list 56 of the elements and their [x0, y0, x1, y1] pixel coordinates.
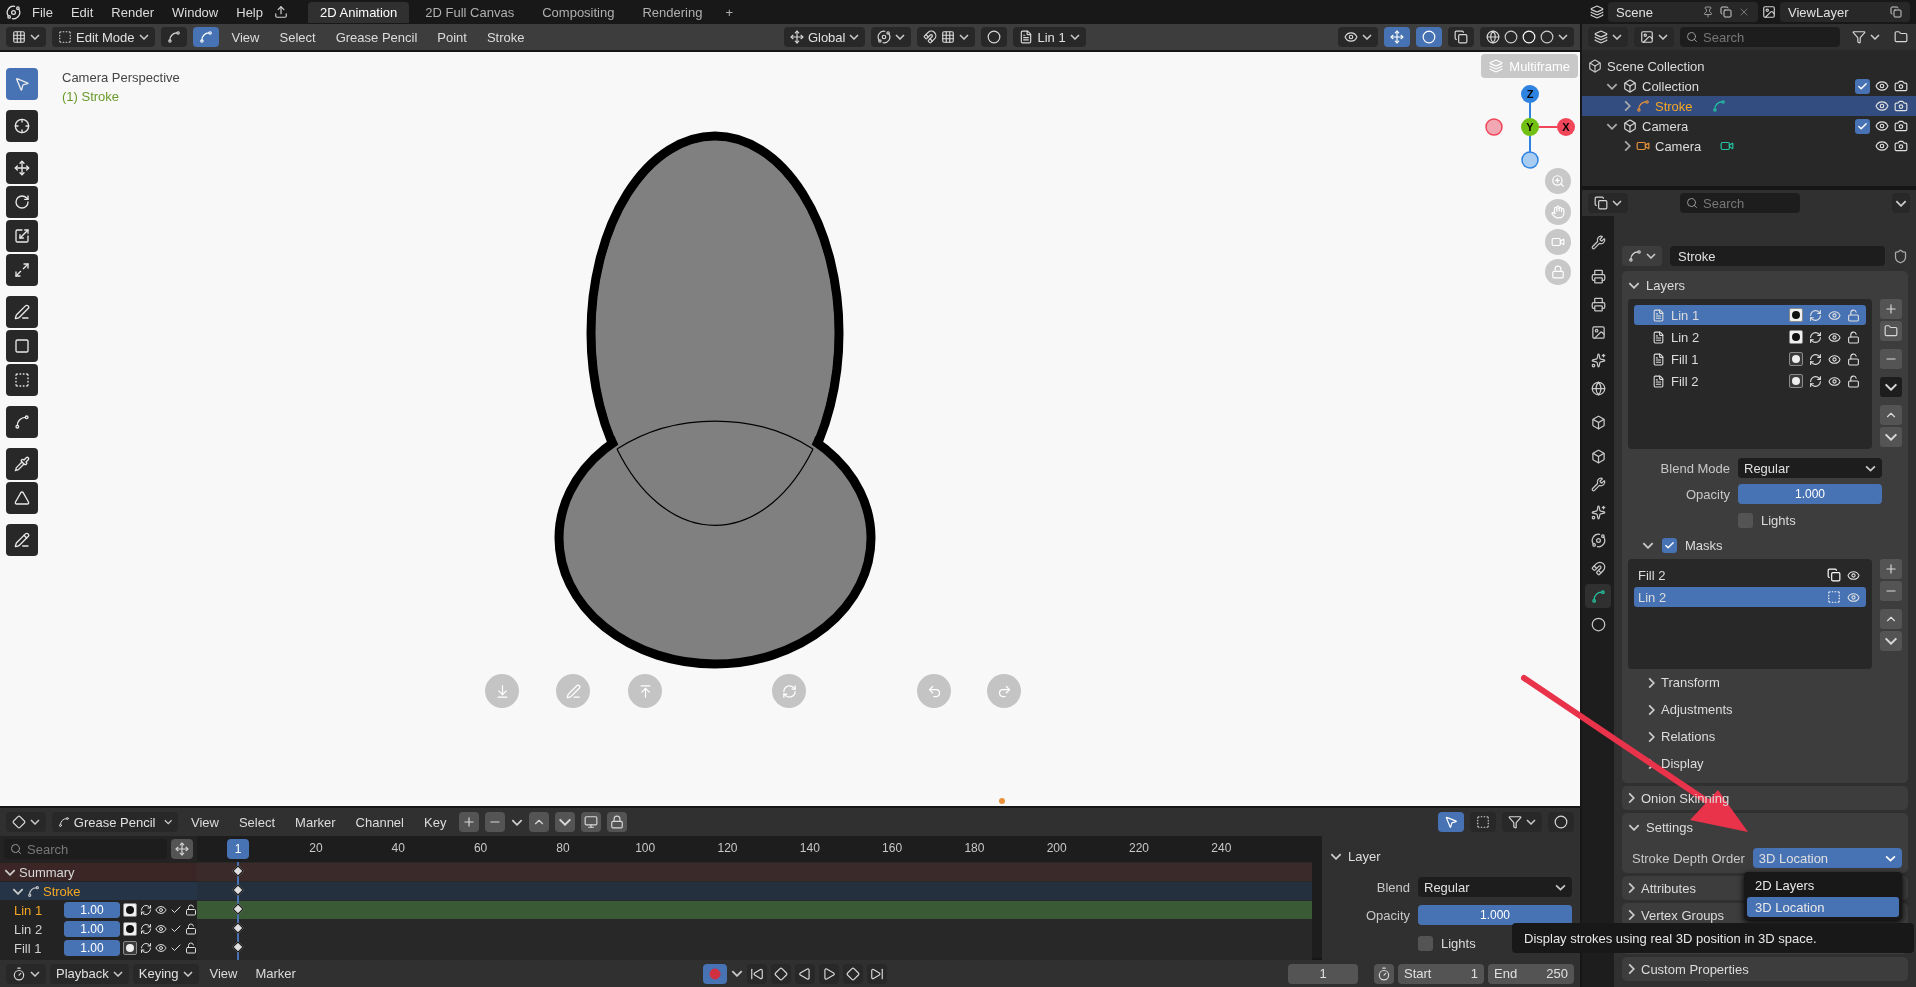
outliner-label: Stroke — [1655, 98, 1693, 114]
mask-name: Fill 2 — [1638, 567, 1666, 583]
mask-name: Lin 2 — [1638, 589, 1667, 605]
field-label: Blend — [1375, 879, 1410, 895]
axis-label: Y — [1526, 121, 1534, 133]
panel-title: Settings — [1646, 819, 1693, 835]
layer-name: Fill 1 — [1671, 351, 1699, 367]
axis-label: X — [1562, 121, 1570, 133]
field-value: 1 — [1470, 966, 1478, 981]
outliner-label: Camera — [1655, 138, 1702, 154]
panel-title: Vertex Groups — [1641, 907, 1725, 923]
field-label: Opacity — [1364, 907, 1410, 923]
layer-name: Lin 1 — [1671, 307, 1700, 323]
frame-tick: 100 — [635, 841, 656, 855]
panel-title: Layer — [1348, 848, 1381, 864]
channel-name: Lin 1 — [14, 902, 43, 918]
channel-name: Stroke — [43, 883, 81, 899]
channel-name: Fill 1 — [14, 940, 42, 956]
view-name: Camera Perspective — [62, 70, 180, 85]
field-label: Blend Mode — [1659, 460, 1730, 476]
outliner-label: Scene Collection — [1607, 58, 1705, 74]
field-label: Start — [1404, 966, 1432, 981]
layer-name: Lin 2 — [1671, 329, 1700, 345]
field-label: Opacity — [1684, 486, 1730, 502]
frame-tick: 140 — [799, 841, 820, 855]
checkbox-label: Masks — [1685, 537, 1723, 553]
object-name: (1) Stroke — [62, 89, 121, 104]
tooltip: Display strokes using real 3D position in 3D space. — [1512, 923, 1914, 953]
subpanel-title: Adjustments — [1661, 702, 1733, 717]
outliner-label: Camera — [1642, 118, 1689, 134]
subpanel-title: Transform — [1661, 675, 1720, 690]
panel-title: Layers — [1646, 277, 1686, 293]
frame-tick: 200 — [1046, 841, 1067, 855]
layer-name: Fill 2 — [1671, 373, 1699, 389]
checkbox-label: Lights — [1441, 935, 1476, 951]
channel-name: Summary — [19, 864, 75, 880]
frame-tick: 180 — [964, 841, 985, 855]
channel-name: Lin 2 — [14, 921, 43, 937]
outliner-label: Collection — [1642, 78, 1700, 94]
frame-tick: 160 — [882, 841, 903, 855]
axis-label: Z — [1526, 88, 1534, 100]
frame-tick: 120 — [717, 841, 738, 855]
field-label: End — [1494, 966, 1518, 981]
frame-tick: 240 — [1211, 841, 1232, 855]
field-label: Stroke Depth Order — [1632, 850, 1745, 866]
panel-title: Custom Properties — [1641, 961, 1749, 977]
frame-tick: 20 — [309, 841, 323, 855]
frame-tick: 60 — [473, 841, 488, 855]
frame-tick: 220 — [1129, 841, 1149, 855]
field-value: 250 — [1546, 966, 1568, 981]
frame-tick: 80 — [556, 841, 570, 855]
frame-tick: 40 — [391, 841, 405, 855]
checkbox-label: Lights — [1761, 512, 1796, 528]
subpanel-title: Relations — [1661, 729, 1716, 744]
panel-title: Attributes — [1641, 880, 1696, 896]
subpanel-title: Display — [1661, 756, 1704, 771]
